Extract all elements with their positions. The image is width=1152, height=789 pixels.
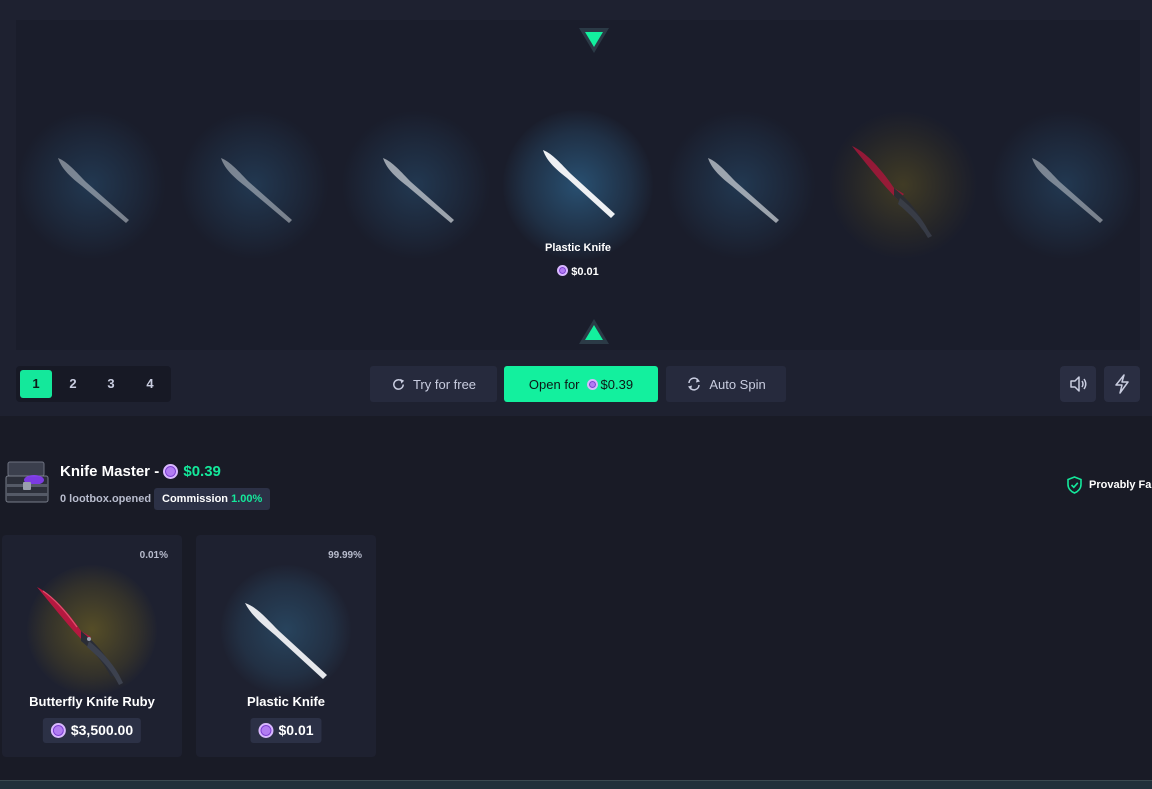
- reel-item: [341, 110, 491, 260]
- open-price-value: $0.39: [600, 376, 634, 392]
- coin-icon: [586, 378, 598, 390]
- try-for-free-button[interactable]: Try for free: [370, 366, 497, 402]
- lightning-icon: [1115, 374, 1129, 394]
- plastic-knife-icon: [221, 158, 292, 223]
- case-name: Knife Master -: [60, 463, 160, 480]
- reel-item: [990, 110, 1140, 260]
- butterfly-knife-icon: [852, 146, 932, 238]
- item-art: [221, 565, 351, 695]
- pointer-down-icon: [579, 28, 609, 53]
- provably-fair-label: Provably Fair: [1089, 479, 1152, 491]
- open-price: $0.39: [586, 376, 634, 392]
- open-case-button[interactable]: Open for $0.39: [504, 366, 658, 402]
- item-name: Butterfly Knife Ruby: [29, 694, 155, 709]
- item-price: $0.01: [250, 718, 322, 743]
- winning-item-price-value: $0.01: [571, 266, 599, 278]
- item-price: $3,500.00: [42, 718, 142, 743]
- plastic-knife-icon: [383, 158, 454, 223]
- case-title: Knife Master - $0.39: [60, 463, 221, 480]
- auto-spin-label: Auto Spin: [709, 376, 766, 392]
- spin-count-selector: 1 2 3 4: [16, 366, 171, 402]
- reel-item: [828, 110, 978, 260]
- item-card[interactable]: 99.99% Plastic Knife $0.01: [196, 535, 376, 757]
- refresh-icon: [393, 378, 405, 390]
- plastic-knife-icon: [543, 150, 615, 218]
- sound-toggle-button[interactable]: [1060, 366, 1096, 402]
- commission-badge: Commission 1.00%: [154, 488, 271, 510]
- bottom-bar: [0, 780, 1152, 789]
- plastic-knife-icon: [58, 158, 129, 223]
- butterfly-knife-icon: [37, 587, 123, 685]
- plastic-knife-icon: [245, 603, 327, 679]
- tab-3[interactable]: 3: [95, 370, 127, 398]
- item-art: [27, 565, 157, 695]
- provably-fair-link[interactable]: Provably Fair: [1066, 476, 1152, 494]
- reel-item: [666, 110, 816, 260]
- item-price-value: $3,500.00: [70, 722, 134, 738]
- lootbox-case-icon: [5, 461, 49, 503]
- case-price: $0.39: [183, 463, 221, 480]
- coin-icon: [163, 464, 179, 479]
- tab-2[interactable]: 2: [57, 370, 89, 398]
- opened-count: 0 lootbox.opened: [60, 493, 152, 505]
- coin-icon: [557, 265, 569, 276]
- coin-icon: [258, 723, 274, 738]
- winning-item-name: Plastic Knife: [544, 242, 612, 254]
- commission-label: Commission: [162, 493, 229, 505]
- item-name: Plastic Knife: [246, 694, 326, 709]
- item-card[interactable]: 0.01% Butterfly Knife Ruby $3,500.00: [2, 535, 182, 757]
- reel-item-selected: [503, 110, 653, 260]
- shield-check-icon: [1067, 476, 1082, 494]
- reel-item: [179, 110, 329, 260]
- commission-value: 1.00%: [231, 493, 263, 505]
- open-label: Open for: [528, 376, 580, 392]
- plastic-knife-icon: [1032, 158, 1103, 223]
- winning-item-price: $0.01: [494, 265, 662, 278]
- fast-mode-button[interactable]: [1104, 366, 1140, 402]
- tab-1[interactable]: 1: [20, 370, 52, 398]
- drop-chance: 99.99%: [328, 550, 362, 561]
- roulette-reel: Plastic Knife $0.01: [16, 20, 1140, 350]
- auto-spin-icon: [688, 377, 701, 391]
- pointer-up-icon: [579, 319, 609, 344]
- reel-item: [16, 110, 166, 260]
- drop-chance: 0.01%: [139, 550, 168, 561]
- try-for-free-label: Try for free: [412, 376, 477, 392]
- plastic-knife-icon: [708, 158, 779, 223]
- item-price-value: $0.01: [278, 722, 314, 738]
- tab-4[interactable]: 4: [134, 370, 166, 398]
- speaker-icon: [1070, 376, 1087, 392]
- auto-spin-button[interactable]: Auto Spin: [666, 366, 786, 402]
- coin-icon: [50, 723, 66, 738]
